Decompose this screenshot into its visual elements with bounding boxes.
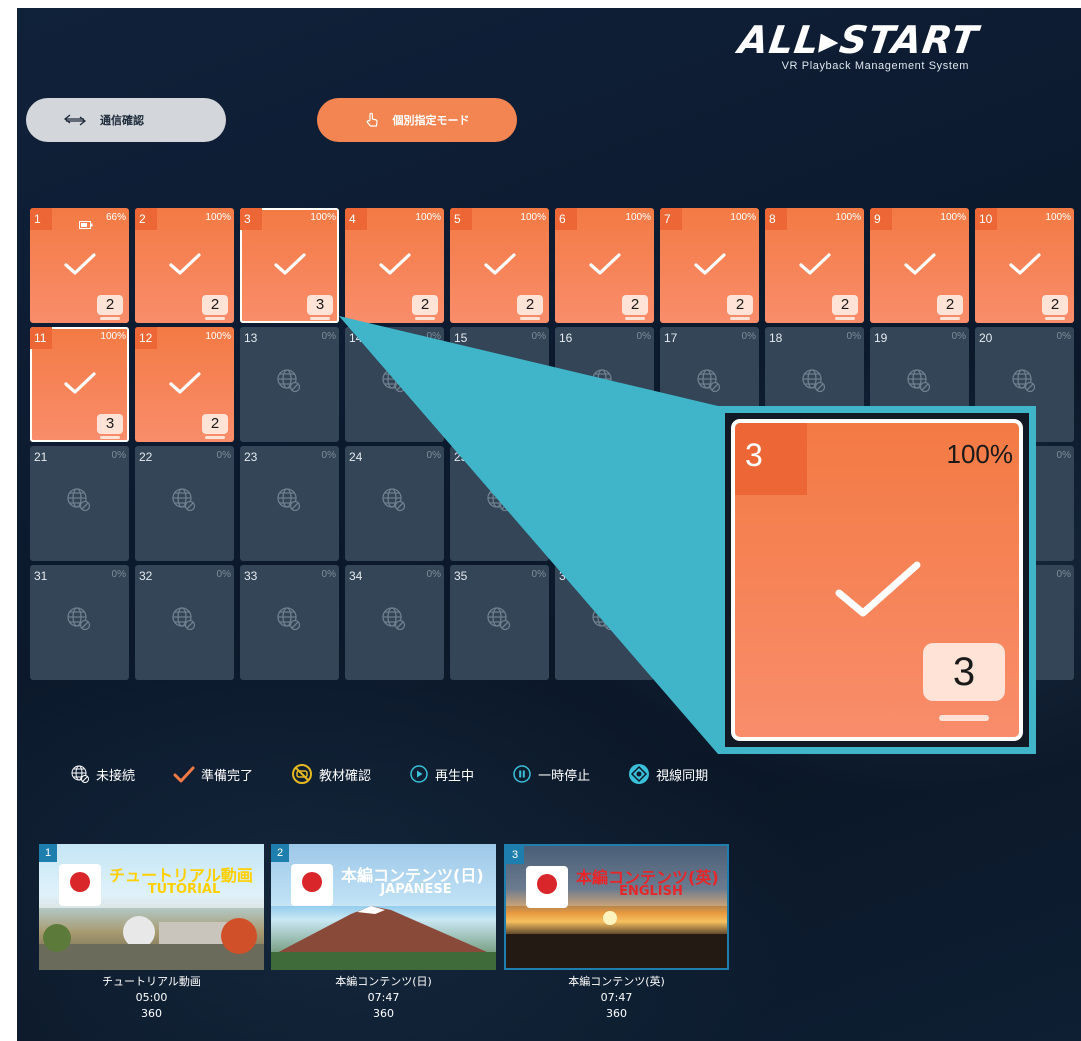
legend-label: 未接続 bbox=[96, 768, 136, 784]
check-icon bbox=[173, 766, 195, 783]
legend-paused: 一時停止 bbox=[512, 764, 590, 784]
content-thumbnail: 2 本編コンテンツ(日) JAPANESE bbox=[271, 844, 496, 970]
zoom-device-tile: 3 100% 3 bbox=[731, 419, 1023, 741]
content-card-3[interactable]: 3 本編コンテンツ(英) ENGLISH 本編コンテンツ(英) 07:47 36… bbox=[504, 844, 729, 1022]
legend-playing: 再生中 bbox=[409, 764, 474, 784]
content-thumbnail: 1 チュートリアル動画 TUTORIAL bbox=[39, 844, 264, 970]
content-logo bbox=[59, 864, 101, 906]
content-name: 本編コンテンツ(英) bbox=[568, 975, 665, 988]
content-meta: 本編コンテンツ(英) 07:47 360 bbox=[504, 974, 729, 1022]
content-number: 1 bbox=[39, 844, 57, 862]
material-check-icon bbox=[292, 764, 313, 784]
content-thumbnail: 3 本編コンテンツ(英) ENGLISH bbox=[504, 844, 729, 970]
content-meta: 本編コンテンツ(日) 07:47 360 bbox=[271, 974, 496, 1022]
pause-icon bbox=[513, 765, 531, 783]
content-number: 2 bbox=[271, 844, 289, 862]
content-card-2[interactable]: 2 本編コンテンツ(日) JAPANESE 本編コンテンツ(日) 07:47 3… bbox=[271, 844, 496, 1022]
content-format: 360 bbox=[606, 1007, 627, 1020]
thumbnail-subtitle: ENGLISH bbox=[619, 884, 683, 899]
thumbnail-subtitle: TUTORIAL bbox=[147, 882, 221, 897]
content-number: 3 bbox=[506, 846, 524, 864]
content-logo bbox=[526, 866, 568, 908]
legend-label: 一時停止 bbox=[538, 768, 591, 784]
content-format: 360 bbox=[373, 1007, 394, 1020]
content-logo bbox=[291, 864, 333, 906]
content-duration: 05:00 bbox=[135, 991, 168, 1004]
zoom-progress-bar bbox=[939, 715, 989, 721]
legend-ready: 準備完了 bbox=[173, 765, 253, 784]
zoom-content-badge: 3 bbox=[923, 643, 1005, 701]
legend-label: 再生中 bbox=[435, 768, 475, 784]
content-name: チュートリアル動画 bbox=[102, 975, 201, 988]
zoom-check-icon bbox=[835, 561, 921, 617]
content-duration: 07:47 bbox=[600, 991, 633, 1004]
zoom-battery-percent: 100% bbox=[946, 439, 1014, 469]
legend-label: 視線同期 bbox=[656, 768, 709, 784]
content-duration: 07:47 bbox=[367, 991, 400, 1004]
globe-offline-icon bbox=[71, 765, 89, 783]
content-name: 本編コンテンツ(日) bbox=[335, 975, 432, 988]
content-meta: チュートリアル動画 05:00 360 bbox=[39, 974, 264, 1022]
app-window: ALL▸START VR Playback Management System … bbox=[17, 8, 1081, 1041]
zoom-device-number: 3 bbox=[735, 423, 807, 495]
zoom-callout: 3 100% 3 bbox=[718, 406, 1036, 754]
status-legend: 未接続 準備完了 教材確認 再生中 一時停止 視線同期 bbox=[70, 763, 746, 785]
gaze-sync-icon bbox=[629, 764, 650, 784]
content-format: 360 bbox=[141, 1007, 162, 1020]
content-card-1[interactable]: 1 チュートリアル動画 TUTORIAL チュートリアル動画 05:00 360 bbox=[39, 844, 264, 1022]
thumbnail-subtitle: JAPANESE bbox=[380, 882, 452, 897]
play-icon bbox=[410, 765, 428, 783]
legend-gaze-sync: 視線同期 bbox=[628, 763, 708, 785]
legend-label: 準備完了 bbox=[201, 768, 254, 784]
legend-label: 教材確認 bbox=[319, 768, 372, 784]
legend-offline: 未接続 bbox=[70, 764, 135, 784]
legend-material-check: 教材確認 bbox=[291, 763, 371, 785]
